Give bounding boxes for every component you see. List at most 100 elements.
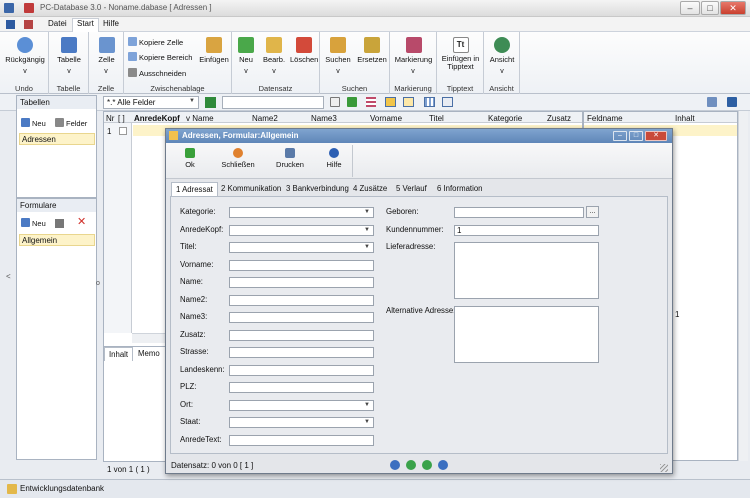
anredekopf-select[interactable] [229,225,374,236]
dialog-maximize-button[interactable]: □ [629,131,643,141]
bearb-record-button[interactable]: Bearb. [261,37,287,64]
form-edit-icon[interactable] [55,219,64,228]
resize-grip-icon[interactable] [660,464,668,472]
tab-memo[interactable]: Memo [134,347,164,361]
lines-icon[interactable] [366,97,376,107]
grid-header-anredekopf[interactable]: AnredeKopf [134,114,180,123]
grid-header-name3[interactable]: Name3 [311,114,337,123]
grid-header-nr[interactable]: Nr [106,114,114,123]
right-vscrollbar[interactable] [738,111,748,461]
form-delete-icon[interactable]: ✕ [77,217,86,228]
zusatz-input[interactable] [229,330,374,341]
layout-split-icon[interactable] [403,97,414,107]
kopiere-bereich-button[interactable]: Kopiere Bereich [128,52,192,62]
close-button[interactable]: ✕ [720,1,746,15]
dialog-close-button[interactable]: ✕ [645,131,667,141]
grid-header-zusatz[interactable]: Zusatz [547,114,571,123]
ausschneiden-button[interactable]: Ausschneiden [128,68,186,78]
ort-select[interactable] [229,400,374,411]
forms-neu-button[interactable]: Neu [21,218,46,228]
save-icon[interactable] [4,3,14,13]
layout-left-icon[interactable] [385,97,396,107]
lieferadresse-textarea[interactable] [454,242,599,299]
suchen-dropdown-arrow[interactable]: v [333,68,343,75]
zelle-button[interactable]: Zelle [92,37,121,64]
grid-header-name2[interactable]: Name2 [252,114,278,123]
tables-felder-button[interactable]: Felder [55,118,87,128]
kundennummer-input[interactable]: 1 [454,225,599,236]
ersetzen-button[interactable]: Ersetzen [356,37,388,64]
kopiere-zelle-button[interactable]: Kopiere Zelle [128,37,183,47]
grid-header-check[interactable]: [ ] [118,114,125,123]
menu-datei[interactable]: Datei [44,19,71,28]
loeschen-record-button[interactable]: Löschen [290,37,318,64]
ansicht-button[interactable]: Ansicht [486,37,518,64]
markierung-button[interactable]: Markierung [392,37,435,64]
columns-icon[interactable] [424,97,435,107]
tab-adressat[interactable]: 1 Adressat [171,182,218,196]
strasse-input[interactable] [229,347,374,358]
bearb-dropdown-arrow[interactable]: v [269,68,279,75]
date-picker-button[interactable]: ... [586,206,599,218]
field-filter-select[interactable]: *.* Alle Felder [103,96,199,109]
quick-open-icon[interactable] [24,20,33,29]
table-item-adressen[interactable]: Adressen [19,133,95,145]
markierung-dropdown-arrow[interactable]: v [408,68,418,75]
tabelle-button[interactable]: Tabelle [53,37,85,64]
minimize-button[interactable]: – [680,1,700,15]
titel-select[interactable] [229,242,374,253]
name-input[interactable] [229,277,374,288]
name2-input[interactable] [229,295,374,306]
landeskenn-input[interactable] [229,365,374,376]
rows-icon[interactable] [442,97,453,107]
excel-icon[interactable] [205,97,216,108]
maximize-button[interactable]: □ [701,1,719,15]
dialog-drucken-button[interactable]: Drucken [272,148,308,169]
menu-hilfe[interactable]: Hilfe [99,19,123,28]
ansicht-dropdown-arrow[interactable]: v [497,68,507,75]
right-tool-icon-2[interactable] [727,97,737,107]
name3-input[interactable] [229,312,374,323]
neu-dropdown-arrow[interactable]: v [241,68,251,75]
collapse-mid-toggle[interactable]: o [96,280,100,287]
anredetext-input[interactable] [229,435,374,446]
alternative-adresse-textarea[interactable] [454,306,599,363]
suchen-button[interactable]: Suchen [323,37,353,64]
nav-prev-icon[interactable] [406,460,416,470]
dialog-ok-button[interactable]: Ok [174,148,206,169]
apply-filter-icon[interactable] [347,97,357,107]
form-item-allgemein[interactable]: Allgemein [19,234,95,246]
search-input[interactable] [222,96,324,109]
plz-input[interactable] [229,382,374,393]
menu-start[interactable]: Start [72,18,99,32]
grid-header-vorname[interactable]: Vorname [370,114,402,123]
grid-header-kategorie[interactable]: Kategorie [488,114,522,123]
staat-select[interactable] [229,417,374,428]
grid-row-checkbox[interactable] [119,127,127,135]
dialog-schliessen-button[interactable]: Schließen [218,148,258,169]
tabelle-dropdown-arrow[interactable]: v [64,68,74,75]
nav-last-icon[interactable] [438,460,448,470]
filter-icon[interactable] [330,97,340,107]
tab-bankverbindung[interactable]: 3 Bankverbindung [282,182,353,196]
tab-kommunikation[interactable]: 2 Kommunikation [217,182,285,196]
dialog-hilfe-button[interactable]: Hilfe [320,148,348,169]
zelle-dropdown-arrow[interactable]: v [101,68,111,75]
einfuegen-button[interactable]: Einfügen [198,37,230,64]
undo-dropdown-arrow[interactable]: v [20,68,30,75]
tab-verlauf[interactable]: 5 Verlauf [392,182,431,196]
grid-header-titel[interactable]: Titel [429,114,444,123]
dialog-minimize-button[interactable]: – [613,131,627,141]
vorname-input[interactable] [229,260,374,271]
tab-zusaetze[interactable]: 4 Zusätze [349,182,391,196]
kategorie-select[interactable] [229,207,374,218]
collapse-left-toggle[interactable]: < [6,272,11,281]
nav-first-icon[interactable] [390,460,400,470]
quick-save-icon[interactable] [6,20,15,29]
geboren-input[interactable] [454,207,584,218]
tab-inhalt[interactable]: Inhalt [104,347,134,361]
undo-button[interactable]: Rückgängig [4,37,46,64]
tipptext-button[interactable]: Tt Einfügen in Tipptext [439,37,482,71]
tab-information[interactable]: 6 Information [433,182,487,196]
right-tool-icon-1[interactable] [707,97,717,107]
